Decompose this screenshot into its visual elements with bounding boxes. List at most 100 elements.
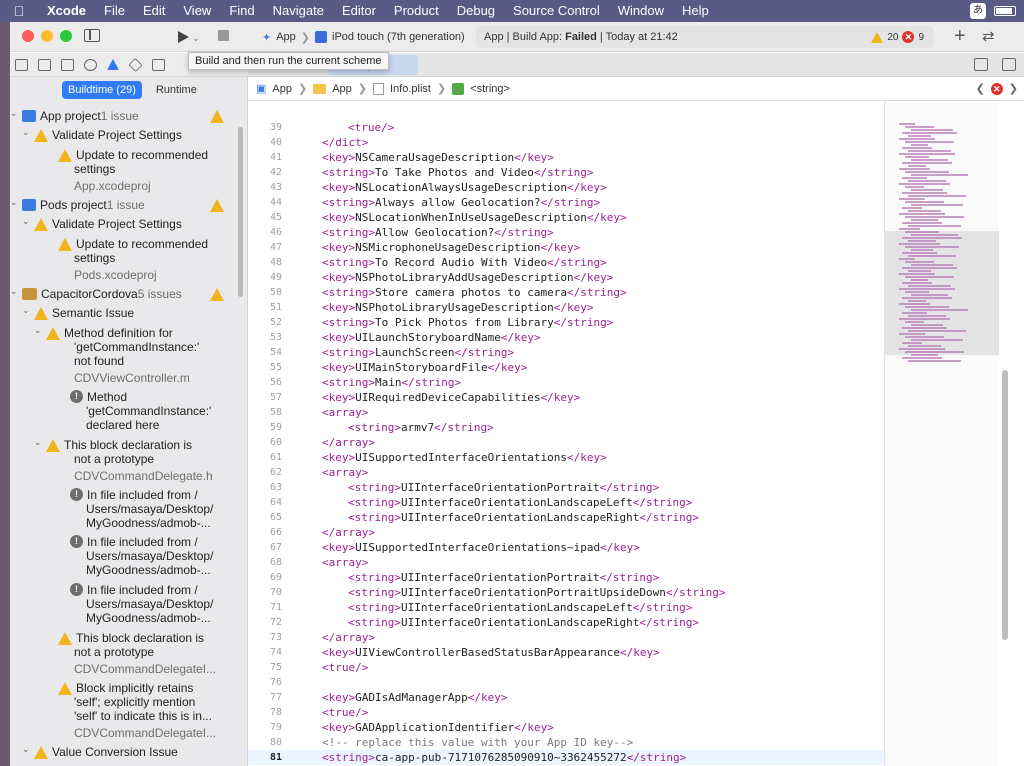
menu-editor[interactable]: Editor [333, 0, 385, 22]
issue-row[interactable]: ⌄ Pods project 1 issue [10, 197, 238, 212]
disclosure-chevron-icon[interactable]: ⌄ [22, 744, 32, 755]
scheme-name[interactable]: App [276, 31, 296, 43]
issue-row[interactable]: ⌄ Value Conversion Issue [22, 744, 238, 759]
issue-row-continuation[interactable]: CDVCommandDelegateI... [74, 726, 238, 740]
buildtime-segment[interactable]: Buildtime (29) [62, 81, 142, 99]
issue-row-continuation[interactable]: settings [74, 162, 238, 176]
menu-navigate[interactable]: Navigate [264, 0, 333, 22]
symbol-icon[interactable] [61, 58, 74, 71]
code-line[interactable]: <string>UIInterfaceOrientationPortrait</… [348, 481, 659, 494]
issue-navigator-icon[interactable] [107, 59, 119, 70]
issue-row[interactable]: ! Method [68, 390, 238, 404]
code-line[interactable]: <string>LaunchScreen</string> [322, 346, 514, 359]
line-number[interactable]: 57 [248, 392, 282, 403]
apple-icon[interactable]:  [0, 3, 38, 19]
menu-debug[interactable]: Debug [448, 0, 504, 22]
swap-arrows-icon[interactable]: ⇄ [982, 27, 995, 45]
line-number[interactable]: 63 [248, 482, 282, 493]
line-number[interactable]: 61 [248, 452, 282, 463]
minimize-window-button[interactable] [41, 30, 53, 42]
editor-options-icon[interactable] [974, 58, 988, 71]
code-line[interactable]: <key>GADIsAdManagerApp</key> [322, 691, 507, 704]
menu-find[interactable]: Find [220, 0, 263, 22]
line-number[interactable]: 59 [248, 422, 282, 433]
line-number[interactable]: 71 [248, 602, 282, 613]
issue-counts[interactable]: 20 ✕ 9 [871, 31, 934, 43]
line-number[interactable]: 66 [248, 527, 282, 538]
previous-issue-icon[interactable]: ❮ [976, 82, 985, 95]
line-number[interactable]: 46 [248, 227, 282, 238]
error-icon[interactable]: ✕ [990, 82, 1003, 95]
line-number[interactable]: 79 [248, 722, 282, 733]
line-number[interactable]: 53 [248, 332, 282, 343]
code-line[interactable]: <string>Allow Geolocation?</string> [322, 226, 554, 239]
code-line[interactable]: <key>UISupportedInterfaceOrientations~ip… [322, 541, 640, 554]
code-line[interactable]: <string>UIInterfaceOrientationPortraitUp… [348, 586, 726, 599]
line-number[interactable]: 68 [248, 557, 282, 568]
sidebar-toggle-icon[interactable] [84, 29, 100, 42]
issue-row-continuation[interactable]: CDVViewController.m [74, 371, 238, 385]
line-number[interactable]: 56 [248, 377, 282, 388]
code-line[interactable]: <true/> [322, 661, 368, 674]
line-number[interactable]: 47 [248, 242, 282, 253]
code-line[interactable]: <key>NSMicrophoneUsageDescription</key> [322, 241, 580, 254]
issue-row-continuation[interactable]: CDVCommandDelegate.h [74, 469, 238, 483]
sidebar-scrollbar[interactable] [238, 127, 243, 297]
issue-row[interactable]: Update to recommended [56, 237, 238, 251]
jumpbar-project[interactable]: App [272, 83, 292, 95]
disclosure-chevron-icon[interactable]: ⌄ [22, 127, 32, 138]
close-window-button[interactable] [22, 30, 34, 42]
battery-icon[interactable] [994, 6, 1016, 16]
issue-row-continuation[interactable]: 'getCommandInstance:' [74, 340, 238, 354]
split-editor-icon[interactable] [1002, 58, 1016, 71]
issue-row[interactable]: This block declaration is [56, 631, 238, 645]
issue-row-continuation[interactable]: 'getCommandInstance:' [86, 404, 238, 418]
runtime-segment[interactable]: Runtime [150, 81, 203, 99]
zoom-window-button[interactable] [60, 30, 72, 42]
disclosure-chevron-icon[interactable]: ⌄ [10, 286, 20, 297]
code-line[interactable]: <string>Always allow Geolocation?</strin… [322, 196, 600, 209]
line-number[interactable]: 51 [248, 302, 282, 313]
code-line[interactable]: <array> [322, 466, 368, 479]
menu-file[interactable]: File [95, 0, 134, 22]
jumpbar-symbol[interactable]: <string> [470, 83, 510, 95]
code-line[interactable]: <string>armv7</string> [348, 421, 494, 434]
code-line[interactable]: <true/> [322, 706, 368, 719]
line-number[interactable]: 40 [248, 137, 282, 148]
menu-source-control[interactable]: Source Control [504, 0, 609, 22]
code-line[interactable]: <key>UIViewControllerBasedStatusBarAppea… [322, 646, 660, 659]
code-line[interactable]: </dict> [322, 136, 368, 149]
line-number[interactable]: 80 [248, 737, 282, 748]
line-number[interactable]: 77 [248, 692, 282, 703]
activity-viewer[interactable]: App | Build App: Failed | Today at 21:42… [476, 26, 934, 48]
line-number[interactable]: 50 [248, 287, 282, 298]
menu-window[interactable]: Window [609, 0, 673, 22]
code-line[interactable]: <true/> [348, 121, 394, 134]
line-number[interactable]: 39 [248, 122, 282, 133]
line-number[interactable]: 45 [248, 212, 282, 223]
line-number[interactable]: 44 [248, 197, 282, 208]
line-number[interactable]: 65 [248, 512, 282, 523]
jumpbar-group[interactable]: App [332, 83, 352, 95]
debug-icon[interactable] [152, 58, 165, 71]
line-number[interactable]: 52 [248, 317, 282, 328]
issue-row-continuation[interactable]: MyGoodness/admob-... [86, 611, 238, 625]
disclosure-chevron-icon[interactable]: ⌄ [22, 216, 32, 227]
code-line[interactable]: <array> [322, 406, 368, 419]
jumpbar-file[interactable]: Info.plist [390, 83, 431, 95]
code-line[interactable]: <key>UIRequiredDeviceCapabilities</key> [322, 391, 580, 404]
issue-row-continuation[interactable]: not a prototype [74, 452, 238, 466]
source-editor[interactable]: 39 <true/> 40 </dict> 41 <key>NSCameraUsageDe… [248, 101, 884, 766]
code-line[interactable]: <string>To Take Photos and Video</string… [322, 166, 594, 179]
issue-row[interactable]: ⌄ Validate Project Settings [22, 127, 238, 142]
code-line[interactable]: <key>NSLocationWhenInUseUsageDescription… [322, 211, 627, 224]
code-line[interactable]: </array> [322, 436, 375, 449]
line-number[interactable]: 43 [248, 182, 282, 193]
code-line[interactable]: <string>UIInterfaceOrientationLandscapeR… [348, 616, 699, 629]
code-line[interactable]: <key>NSLocationAlwaysUsageDescription</k… [322, 181, 607, 194]
line-number[interactable]: 60 [248, 437, 282, 448]
minimap[interactable] [884, 101, 999, 766]
issue-row-continuation[interactable]: MyGoodness/admob-... [86, 563, 238, 577]
line-number[interactable]: 78 [248, 707, 282, 718]
issue-row-continuation[interactable]: MyGoodness/admob-... [86, 516, 238, 530]
